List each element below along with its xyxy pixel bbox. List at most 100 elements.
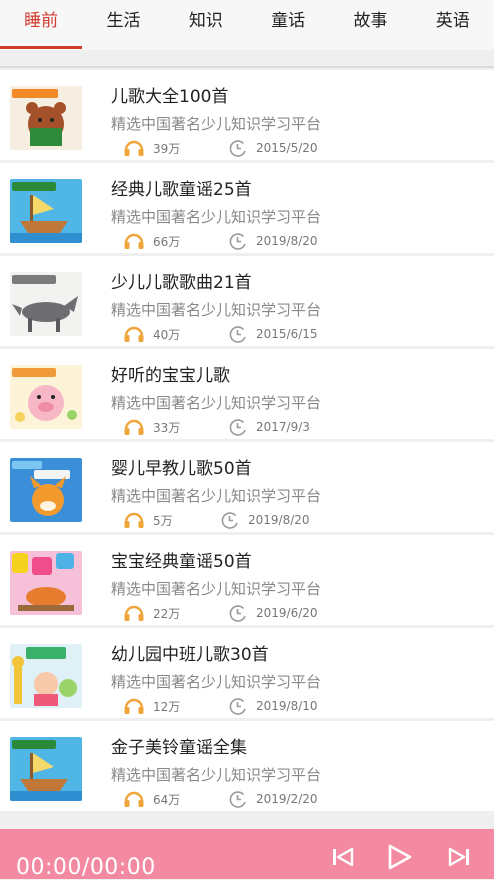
publish-date: 2017/9/3 xyxy=(228,418,310,436)
album-subtitle: 精选中国著名少儿知识学习平台 xyxy=(111,766,322,784)
album-title: 幼儿园中班儿歌30首 xyxy=(111,645,269,665)
headphone-icon xyxy=(124,698,144,714)
publish-date: 2019/6/20 xyxy=(228,604,318,622)
publish-date-value: 2015/5/20 xyxy=(256,141,318,155)
headphone-icon xyxy=(124,326,144,342)
list-item[interactable]: 婴儿早教儿歌50首 精选中国著名少儿知识学习平台 5万 2019/8/20 xyxy=(0,442,494,532)
headphone-icon xyxy=(124,791,144,807)
album-subtitle: 精选中国著名少儿知识学习平台 xyxy=(111,580,322,598)
list-item[interactable]: 少儿儿歌歌曲21首 精选中国著名少儿知识学习平台 40万 2015/6/15 xyxy=(0,256,494,346)
list-item[interactable]: 金子美铃童谣全集 精选中国著名少儿知识学习平台 64万 2019/2/20 xyxy=(0,721,494,811)
album-cover xyxy=(10,458,82,522)
headphone-icon xyxy=(124,140,144,156)
clock-icon xyxy=(229,791,246,808)
play-count: 66万 xyxy=(123,232,180,250)
album-subtitle: 精选中国著名少儿知识学习平台 xyxy=(111,115,322,133)
list-item[interactable]: 儿歌大全100首 精选中国著名少儿知识学习平台 39万 2015/5/20 xyxy=(0,70,494,160)
clock-icon xyxy=(229,419,246,436)
album-cover xyxy=(10,365,82,429)
album-title: 金子美铃童谣全集 xyxy=(111,738,247,758)
clock-icon xyxy=(229,605,246,622)
album-cover xyxy=(10,86,82,150)
audio-player-bar: 00:00/00:00 xyxy=(0,829,494,880)
publish-date: 2019/8/20 xyxy=(220,511,310,529)
play-count-value: 5万 xyxy=(153,513,173,528)
album-cover xyxy=(10,179,82,243)
play-count-value: 39万 xyxy=(153,141,181,156)
tab-story[interactable]: 故事 xyxy=(329,0,411,50)
play-count: 12万 xyxy=(123,697,180,715)
album-title: 儿歌大全100首 xyxy=(111,87,229,107)
play-count: 64万 xyxy=(123,790,180,808)
album-title: 宝宝经典童谣50首 xyxy=(111,552,252,572)
play-count: 39万 xyxy=(123,139,180,157)
publish-date-value: 2019/6/20 xyxy=(256,606,318,620)
play-count-value: 22万 xyxy=(153,606,181,621)
list-item[interactable]: 宝宝经典童谣50首 精选中国著名少儿知识学习平台 22万 2019/6/20 xyxy=(0,535,494,625)
album-title: 少儿儿歌歌曲21首 xyxy=(111,273,252,293)
clock-icon xyxy=(229,326,246,343)
list-item[interactable]: 好听的宝宝儿歌 精选中国著名少儿知识学习平台 33万 2017/9/3 xyxy=(0,349,494,439)
boat-cover-icon xyxy=(10,737,82,801)
publish-date: 2019/8/10 xyxy=(228,697,318,715)
publish-date-value: 2019/2/20 xyxy=(256,792,318,806)
publish-date-value: 2015/6/15 xyxy=(256,327,318,341)
list-item[interactable]: 经典儿歌童谣25首 精选中国著名少儿知识学习平台 66万 2019/8/20 xyxy=(0,163,494,253)
publish-date: 2019/2/20 xyxy=(228,790,318,808)
play-count-value: 33万 xyxy=(153,420,181,435)
album-subtitle: 精选中国著名少儿知识学习平台 xyxy=(111,301,322,319)
publish-date-value: 2019/8/20 xyxy=(248,513,310,527)
album-list: 儿歌大全100首 精选中国著名少儿知识学习平台 39万 2015/5/20 经典… xyxy=(0,70,494,814)
tab-life[interactable]: 生活 xyxy=(82,0,164,50)
publish-date-value: 2017/9/3 xyxy=(256,420,310,434)
album-subtitle: 精选中国著名少儿知识学习平台 xyxy=(111,487,322,505)
boat-cover-icon xyxy=(10,179,82,243)
list-top-divider xyxy=(0,66,494,68)
play-count: 5万 xyxy=(123,511,173,529)
publish-date: 2015/6/15 xyxy=(228,325,318,343)
wolf-cover-icon xyxy=(10,272,82,336)
tab-fairytale[interactable]: 童话 xyxy=(247,0,329,50)
album-title: 经典儿歌童谣25首 xyxy=(111,180,252,200)
album-subtitle: 精选中国著名少儿知识学习平台 xyxy=(111,208,322,226)
playback-time: 00:00/00:00 xyxy=(16,855,156,880)
pig-cover-icon xyxy=(10,365,82,429)
play-count-value: 40万 xyxy=(153,327,181,342)
album-subtitle: 精选中国著名少儿知识学习平台 xyxy=(111,394,322,412)
publish-date: 2015/5/20 xyxy=(228,139,318,157)
horse-cover-icon xyxy=(10,551,82,615)
tab-knowledge[interactable]: 知识 xyxy=(165,0,247,50)
list-item[interactable]: 幼儿园中班儿歌30首 精选中国著名少儿知识学习平台 12万 2019/8/10 xyxy=(0,628,494,718)
giraffe-cover-icon xyxy=(10,644,82,708)
headphone-icon xyxy=(124,512,144,528)
album-cover xyxy=(10,272,82,336)
album-subtitle: 精选中国著名少儿知识学习平台 xyxy=(111,673,322,691)
album-cover xyxy=(10,551,82,615)
play-count-value: 64万 xyxy=(153,792,181,807)
publish-date-value: 2019/8/20 xyxy=(256,234,318,248)
play-count: 40万 xyxy=(123,325,180,343)
tab-sleep[interactable]: 睡前 xyxy=(0,0,83,50)
play-icon[interactable] xyxy=(386,843,412,871)
play-count: 22万 xyxy=(123,604,180,622)
clock-icon xyxy=(229,698,246,715)
next-icon[interactable] xyxy=(446,843,472,871)
previous-icon[interactable] xyxy=(330,843,356,871)
play-count-value: 66万 xyxy=(153,234,181,249)
album-title: 好听的宝宝儿歌 xyxy=(111,366,230,386)
bear-cover-icon xyxy=(10,86,82,150)
fox-cover-icon xyxy=(10,458,82,522)
tab-english[interactable]: 英语 xyxy=(412,0,494,50)
album-cover xyxy=(10,737,82,801)
category-tab-bar: 睡前 生活 知识 童话 故事 英语 xyxy=(0,0,494,50)
clock-icon xyxy=(221,512,238,529)
publish-date: 2019/8/20 xyxy=(228,232,318,250)
headphone-icon xyxy=(124,605,144,621)
headphone-icon xyxy=(124,419,144,435)
publish-date-value: 2019/8/10 xyxy=(256,699,318,713)
headphone-icon xyxy=(124,233,144,249)
play-count: 33万 xyxy=(123,418,180,436)
clock-icon xyxy=(229,233,246,250)
album-cover xyxy=(10,644,82,708)
play-count-value: 12万 xyxy=(153,699,181,714)
